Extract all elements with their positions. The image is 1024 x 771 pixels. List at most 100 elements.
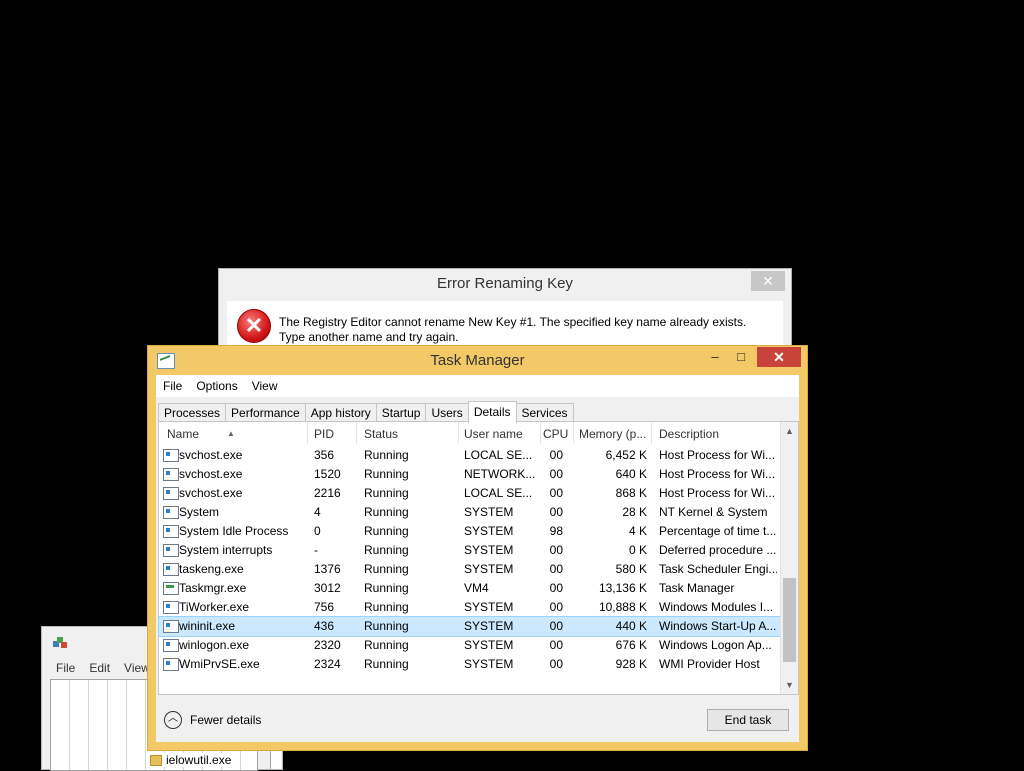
process-row[interactable]: svchost.exe 1520 Running NETWORK... 00 640 K H… xyxy=(159,465,780,484)
tab-details[interactable]: Details xyxy=(467,401,517,424)
column-header-memory[interactable]: Memory (p... xyxy=(577,422,652,444)
process-row[interactable]: TiWorker.exe 756 Running SYSTEM 00 10,888 K Wi… xyxy=(159,598,780,617)
process-row[interactable]: WmiPrvSE.exe 2324 Running SYSTEM 00 928 K WMI … xyxy=(159,655,780,674)
process-description-cell: Windows Logon Ap... xyxy=(659,638,772,652)
process-cpu-cell: 00 xyxy=(549,581,563,595)
folder-icon xyxy=(150,754,162,766)
column-header-description[interactable]: Description xyxy=(657,422,777,444)
process-description-cell: NT Kernel & System xyxy=(659,505,768,519)
footer: ︿ Fewer details End task xyxy=(156,693,799,742)
menu-options[interactable]: Options xyxy=(189,379,244,393)
column-header-status[interactable]: Status xyxy=(358,422,459,444)
process-row[interactable]: wininit.exe 436 Running SYSTEM 00 440 K Window… xyxy=(158,616,781,637)
tab-startup[interactable]: Startup xyxy=(375,403,427,423)
process-status-cell: Running xyxy=(364,505,409,519)
dialog-message: The Registry Editor cannot rename New Ke… xyxy=(279,315,747,344)
process-icon xyxy=(163,601,179,614)
process-cpu-cell: 00 xyxy=(549,562,563,576)
menu-view[interactable]: View xyxy=(245,379,285,393)
regedit-menu-view[interactable]: View xyxy=(124,661,150,677)
dialog-close-button[interactable]: ✕ xyxy=(751,271,785,291)
end-task-button[interactable]: End task xyxy=(707,709,789,731)
process-pid-cell: 0 xyxy=(314,524,321,538)
process-name-cell: System Idle Process xyxy=(179,524,289,538)
dialog-body: ✕ The Registry Editor cannot rename New … xyxy=(227,301,783,349)
task-manager-window: Task Manager – □ ✕ File Options View Pro… xyxy=(147,345,808,751)
process-row[interactable]: System interrupts - Running SYSTEM 00 0 K Defe… xyxy=(159,541,780,560)
regedit-tree-item[interactable]: ielowutil.exe xyxy=(146,753,232,767)
process-pid-cell: 1520 xyxy=(314,467,341,481)
process-memory-cell: 28 K xyxy=(622,505,647,519)
process-user-cell: LOCAL SE... xyxy=(464,448,533,462)
process-user-cell: SYSTEM xyxy=(464,543,514,557)
process-description-cell: Windows Start-Up A... xyxy=(659,619,777,633)
minimize-button[interactable]: – xyxy=(701,347,729,367)
process-icon xyxy=(163,582,179,595)
column-header-user-name[interactable]: User name xyxy=(458,422,541,444)
process-row[interactable]: svchost.exe 356 Running LOCAL SE... 00 6,452 … xyxy=(159,446,780,465)
fewer-details-button[interactable]: ︿ Fewer details xyxy=(164,711,261,729)
process-icon xyxy=(163,506,179,519)
process-status-cell: Running xyxy=(364,467,409,481)
process-memory-cell: 10,888 K xyxy=(598,600,647,614)
process-description-cell: Task Scheduler Engi... xyxy=(659,562,777,576)
process-row[interactable]: System 4 Running SYSTEM 00 28 K NT Kernel & Sy… xyxy=(159,503,780,522)
process-description-cell: Host Process for Wi... xyxy=(659,486,776,500)
maximize-button[interactable]: □ xyxy=(727,347,755,367)
process-status-cell: Running xyxy=(364,581,409,595)
process-name-cell: svchost.exe xyxy=(179,467,243,481)
process-pid-cell: 2324 xyxy=(314,657,341,671)
process-user-cell: SYSTEM xyxy=(464,505,514,519)
process-pid-cell: 2320 xyxy=(314,638,341,652)
tab-users[interactable]: Users xyxy=(425,403,469,423)
scroll-up-arrow-icon[interactable]: ▲ xyxy=(781,424,798,438)
registry-editor-icon xyxy=(53,637,67,648)
regedit-menu-file[interactable]: File xyxy=(56,661,75,677)
fewer-details-label: Fewer details xyxy=(190,713,262,727)
task-manager-client: File Options View Processes Performance … xyxy=(156,375,799,742)
process-icon xyxy=(163,487,179,500)
process-description-cell: WMI Provider Host xyxy=(659,657,760,671)
tab-performance[interactable]: Performance xyxy=(225,403,306,423)
process-name-cell: System xyxy=(179,505,220,519)
process-user-cell: SYSTEM xyxy=(464,619,514,633)
process-description-cell: Task Manager xyxy=(659,581,735,595)
menu-file[interactable]: File xyxy=(156,379,189,393)
process-cpu-cell: 00 xyxy=(549,448,563,462)
process-memory-cell: 868 K xyxy=(615,486,647,500)
regedit-menu-edit[interactable]: Edit xyxy=(89,661,110,677)
sort-ascending-icon: ▲ xyxy=(227,429,235,438)
process-icon xyxy=(163,468,179,481)
tab-services[interactable]: Services xyxy=(515,403,574,423)
process-icon xyxy=(163,639,179,652)
process-cpu-cell: 00 xyxy=(549,657,563,671)
scroll-down-arrow-icon[interactable]: ▼ xyxy=(781,678,798,692)
column-header-name[interactable]: ▲ Name xyxy=(159,422,308,444)
process-row[interactable]: System Idle Process 0 Running SYSTEM 98 4 K Pe… xyxy=(159,522,780,541)
scrollbar-thumb[interactable] xyxy=(783,578,796,662)
close-button[interactable]: ✕ xyxy=(757,347,801,367)
column-header-pid[interactable]: PID xyxy=(308,422,357,444)
process-cpu-cell: 00 xyxy=(549,600,563,614)
vertical-scrollbar[interactable]: ▲ ▼ xyxy=(780,422,798,694)
tab-processes[interactable]: Processes xyxy=(158,403,227,423)
process-status-cell: Running xyxy=(364,543,409,557)
process-user-cell: NETWORK... xyxy=(464,467,536,481)
column-header-cpu[interactable]: CPU xyxy=(541,422,574,444)
regedit-menubar: File Edit View xyxy=(42,661,150,677)
process-row[interactable]: winlogon.exe 2320 Running SYSTEM 00 676 K Wind… xyxy=(159,636,780,655)
process-cpu-cell: 00 xyxy=(549,486,563,500)
process-row[interactable]: Taskmgr.exe 3012 Running VM4 00 13,136 K Task … xyxy=(159,579,780,598)
tab-app-history[interactable]: App history xyxy=(304,403,377,423)
process-pid-cell: - xyxy=(314,543,318,557)
process-memory-cell: 580 K xyxy=(615,562,647,576)
process-row[interactable]: svchost.exe 2216 Running LOCAL SE... 00 868 K… xyxy=(159,484,780,503)
process-user-cell: VM4 xyxy=(464,581,489,595)
task-manager-titlebar[interactable]: Task Manager – □ ✕ xyxy=(148,346,807,374)
process-pid-cell: 756 xyxy=(314,600,335,614)
process-name-cell: svchost.exe xyxy=(179,448,243,462)
process-user-cell: SYSTEM xyxy=(464,524,514,538)
process-memory-cell: 6,452 K xyxy=(605,448,647,462)
process-row[interactable]: taskeng.exe 1376 Running SYSTEM 00 580 K Task … xyxy=(159,560,780,579)
process-name-cell: svchost.exe xyxy=(179,486,243,500)
